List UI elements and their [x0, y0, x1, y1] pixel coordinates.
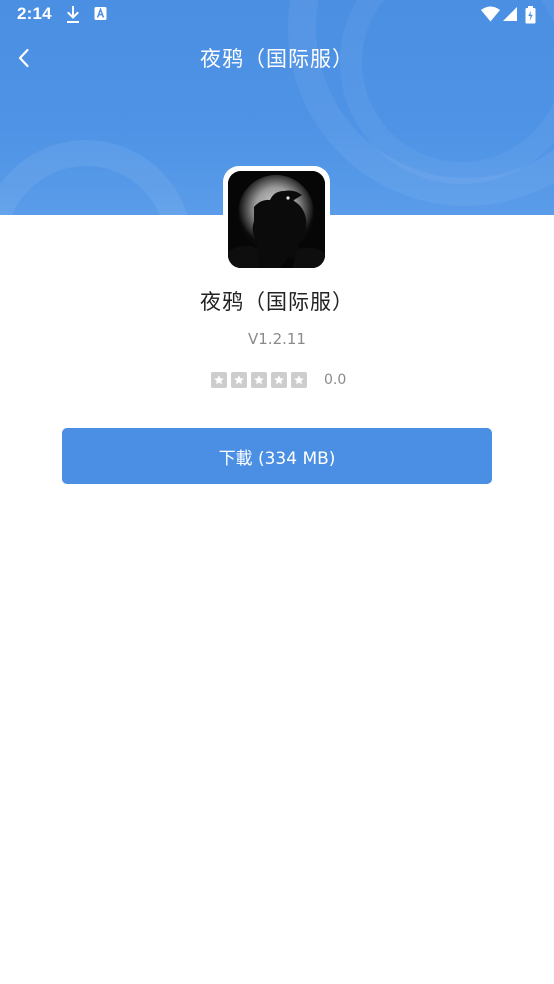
signal-icon	[503, 6, 517, 26]
wifi-icon	[481, 6, 500, 26]
status-time: 2:14	[17, 4, 52, 23]
download-button[interactable]: 下載 (334 MB)	[62, 428, 492, 484]
page-title: 夜鸦（国际服）	[200, 47, 354, 71]
star-empty-icon	[251, 372, 267, 388]
star-empty-icon	[291, 372, 307, 388]
download-icon	[66, 6, 80, 28]
star-empty-icon	[211, 372, 227, 388]
app-name: 夜鸦（国际服）	[200, 290, 354, 314]
status-bar: 2:14	[0, 0, 554, 30]
a-notification-icon	[94, 6, 108, 26]
app-icon-frame	[223, 166, 330, 273]
raven-moon-icon	[228, 171, 325, 268]
star-empty-icon	[271, 372, 287, 388]
battery-icon	[525, 6, 536, 28]
rating-value: 0.0	[324, 372, 347, 388]
rating: 0.0	[211, 371, 346, 389]
star-empty-icon	[231, 372, 247, 388]
header-decoration-ring	[0, 140, 192, 215]
app-version: V1.2.11	[248, 330, 306, 348]
